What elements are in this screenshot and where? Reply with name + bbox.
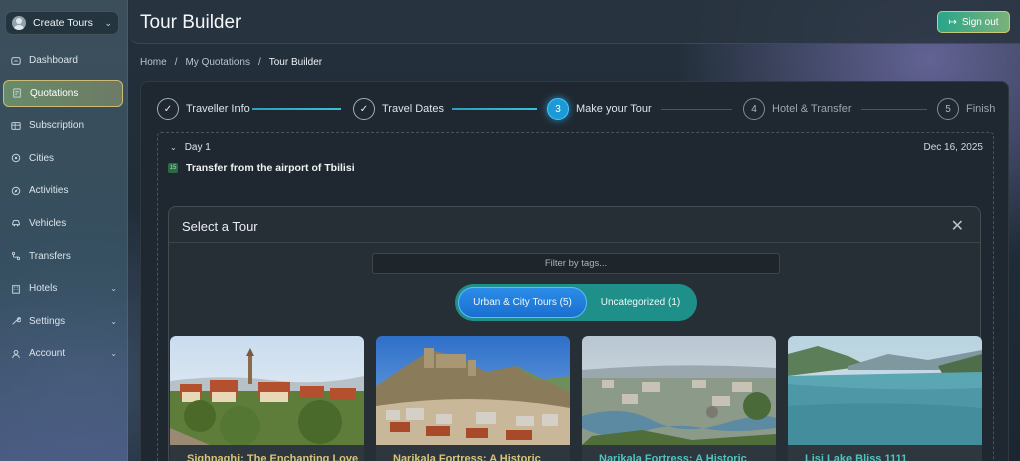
breadcrumb-separator: / [257,57,261,68]
step-3[interactable]: 3 Make your Tour [547,98,652,120]
day-label: Day 1 [184,142,211,153]
select-tour-modal: Select a Tour ✕ Urban & City Tours (5)Un… [168,206,982,461]
document-icon [11,88,22,99]
breadcrumb-home[interactable]: Home [140,57,167,68]
check-icon: ✓ [157,98,179,120]
sidebar-item-label: Activities [29,185,69,197]
step-number: 3 [547,98,569,120]
route-icon [10,251,21,262]
table-icon [10,120,21,131]
calendar-icon: 15 [168,163,178,173]
tour-name: Lisi Lake Bliss 1111 [805,453,908,461]
tour-name: Narikala Fortress: A Historic [393,453,541,461]
breadcrumb-separator: / [174,57,178,68]
tag-filter-input[interactable] [372,253,780,274]
sidebar-item-label: Vehicles [29,217,67,229]
step-connector [252,108,341,110]
header: Tour Builder ↦ Sign out [129,0,1020,44]
sidebar-item-label: Account [29,348,66,360]
sidebar-item-label: Quotations [30,87,79,99]
step-connector [861,109,927,110]
tour-card[interactable]: Narikala Fortress: A Historic [376,336,570,461]
chevron-down-icon: ⌄ [170,143,177,152]
sidebar-nav: Dashboard Quotations Subscription Cities Act… [0,47,128,373]
sidebar-item-quotations[interactable]: Quotations [3,79,123,107]
transfer-item: 15 Transfer from the airport of Tbilisi [168,162,355,174]
check-icon: ✓ [353,98,375,120]
tour-photo [376,336,570,445]
sign-out-label: Sign out [961,16,999,28]
day-date: Dec 16, 2025 [923,142,984,153]
chevron-down-icon: ⌄ [110,349,117,359]
workspace-switcher[interactable]: Create Tours ⌄ [5,11,119,35]
chevron-down-icon: ⌄ [110,316,117,326]
breadcrumb-current: Tour Builder [268,57,323,68]
step-label: Finish [966,103,996,115]
workspace-label: Create Tours [33,17,93,29]
step-label: Make your Tour [576,103,652,115]
sign-out-icon: ↦ [948,16,957,28]
sign-out-button[interactable]: ↦ Sign out [937,11,1010,33]
avatar-icon [12,16,26,30]
modal-header: Select a Tour ✕ [169,207,980,243]
sidebar-item-label: Hotels [29,283,58,295]
modal-title: Select a Tour [182,219,258,234]
transfer-label: Transfer from the airport of Tbilisi [186,162,355,174]
car-icon [10,218,21,229]
step-4[interactable]: 4 Hotel & Transfer [743,98,851,120]
sidebar-item-settings[interactable]: Settings ⌄ [3,308,123,335]
sidebar-item-hotels[interactable]: Hotels ⌄ [3,275,123,302]
compass-icon [10,185,21,196]
breadcrumb-parent[interactable]: My Quotations [185,57,249,68]
sidebar-item-vehicles[interactable]: Vehicles [3,210,123,237]
stepper: ✓ Traveller Info ✓ Travel Dates 3 Make your T… [157,98,997,120]
sidebar-item-transfers[interactable]: Transfers [3,243,123,270]
step-1[interactable]: ✓ Traveller Info [157,98,250,120]
sidebar-item-label: Subscription [29,120,85,132]
sidebar-item-account[interactable]: Account ⌄ [3,340,123,367]
sidebar: Create Tours ⌄ Dashboard Quotations Subscr… [0,0,128,461]
step-label: Hotel & Transfer [772,103,852,115]
tour-photo [170,336,364,445]
hotel-icon [10,283,21,294]
location-icon [10,153,21,164]
day-toggle[interactable]: ⌄ Day 1 [170,142,211,153]
sidebar-item-label: Settings [29,315,66,327]
page-title: Tour Builder [140,12,242,33]
step-number: 4 [743,98,765,120]
sidebar-item-activities[interactable]: Activities [3,177,123,204]
tour-name: Narikala Fortress: A Historic [599,453,747,461]
sidebar-item-dashboard[interactable]: Dashboard [3,47,123,74]
chevron-down-icon: ⌄ [104,17,112,28]
sidebar-item-label: Cities [29,152,55,164]
step-5[interactable]: 5 Finish [937,98,995,120]
step-2[interactable]: ✓ Travel Dates [353,98,444,120]
tour-card[interactable]: Lisi Lake Bliss 1111 [788,336,982,461]
tour-photo [788,336,982,445]
tag-selector: Urban & City Tours (5) Uncategorized (1) [455,284,697,321]
dashboard-icon [10,55,21,66]
step-label: Traveller Info [186,103,250,115]
sidebar-item-label: Dashboard [29,55,78,66]
breadcrumb: Home / My Quotations / Tour Builder [140,57,322,68]
sidebar-item-cities[interactable]: Cities [3,145,123,172]
user-icon [10,348,21,359]
tour-photo [582,336,776,445]
tour-card[interactable]: Narikala Fortress: A Historic [582,336,776,461]
tag-filter-chip[interactable]: Uncategorized (1) [587,287,694,318]
close-icon[interactable]: ✕ [951,216,964,236]
chevron-down-icon: ⌄ [110,284,117,294]
tour-card[interactable]: Sighnaghi: The Enchanting Love [170,336,364,461]
step-label: Travel Dates [382,103,444,115]
step-connector [661,109,732,110]
sidebar-item-label: Transfers [29,250,71,262]
sidebar-item-subscription[interactable]: Subscription [3,112,123,139]
tour-name: Sighnaghi: The Enchanting Love [187,453,359,461]
tag-filter-chip[interactable]: Urban & City Tours (5) [458,287,587,318]
wrench-icon [10,316,21,327]
step-connector [452,108,537,110]
step-number: 5 [937,98,959,120]
